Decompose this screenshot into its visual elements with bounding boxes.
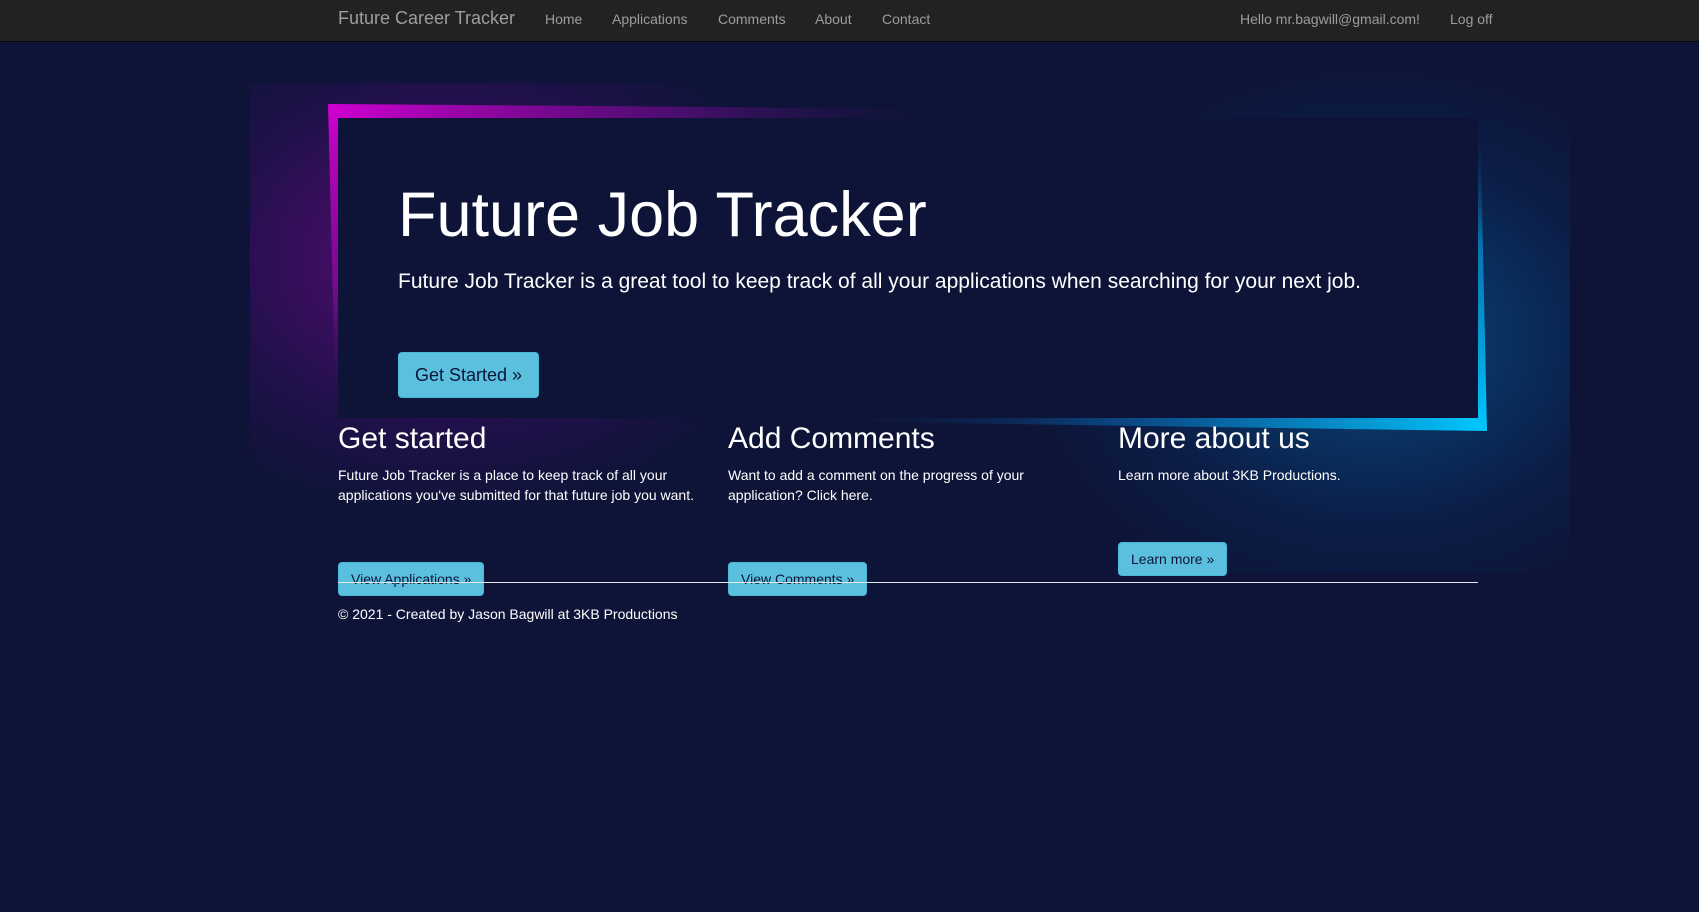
column-add-comments: Add Comments Want to add a comment on th…: [728, 422, 1088, 596]
column-heading: Get started: [338, 422, 487, 455]
learn-more-button[interactable]: Learn more »: [1118, 542, 1228, 576]
brand-link[interactable]: Future Career Tracker: [338, 8, 515, 29]
hero-lead: Future Job Tracker is a great tool to ke…: [398, 270, 1361, 293]
nav-link-comments[interactable]: Comments: [718, 11, 786, 27]
column-heading: More about us: [1118, 422, 1310, 455]
nav-link-applications[interactable]: Applications: [612, 11, 688, 27]
nav-link-about[interactable]: About: [815, 11, 852, 27]
top-navbar: Future Career Tracker Home Applications …: [0, 0, 1699, 42]
hero-title: Future Job Tracker: [398, 180, 927, 250]
column-heading: Add Comments: [728, 422, 935, 455]
user-greeting-link[interactable]: Hello mr.bagwill@gmail.com!: [1240, 11, 1420, 27]
nav-link-contact[interactable]: Contact: [882, 11, 930, 27]
footer-copyright: © 2021 - Created by Jason Bagwill at 3KB…: [338, 606, 678, 622]
view-applications-button[interactable]: View Applications »: [338, 562, 485, 596]
footer-divider: [338, 582, 1478, 583]
column-text: Future Job Tracker is a place to keep tr…: [338, 467, 694, 503]
column-get-started: Get started Future Job Tracker is a plac…: [338, 422, 698, 596]
logoff-link[interactable]: Log off: [1450, 11, 1493, 27]
view-comments-button[interactable]: View Comments »: [728, 562, 868, 596]
column-more-about-us: More about us Learn more about 3KB Produ…: [1118, 422, 1478, 576]
column-text: Learn more about 3KB Productions.: [1118, 467, 1341, 483]
column-text: Want to add a comment on the progress of…: [728, 467, 1024, 503]
get-started-button[interactable]: Get Started »: [398, 352, 539, 398]
nav-link-home[interactable]: Home: [545, 11, 582, 27]
hero-jumbotron: Future Job Tracker Future Job Tracker is…: [338, 118, 1478, 418]
